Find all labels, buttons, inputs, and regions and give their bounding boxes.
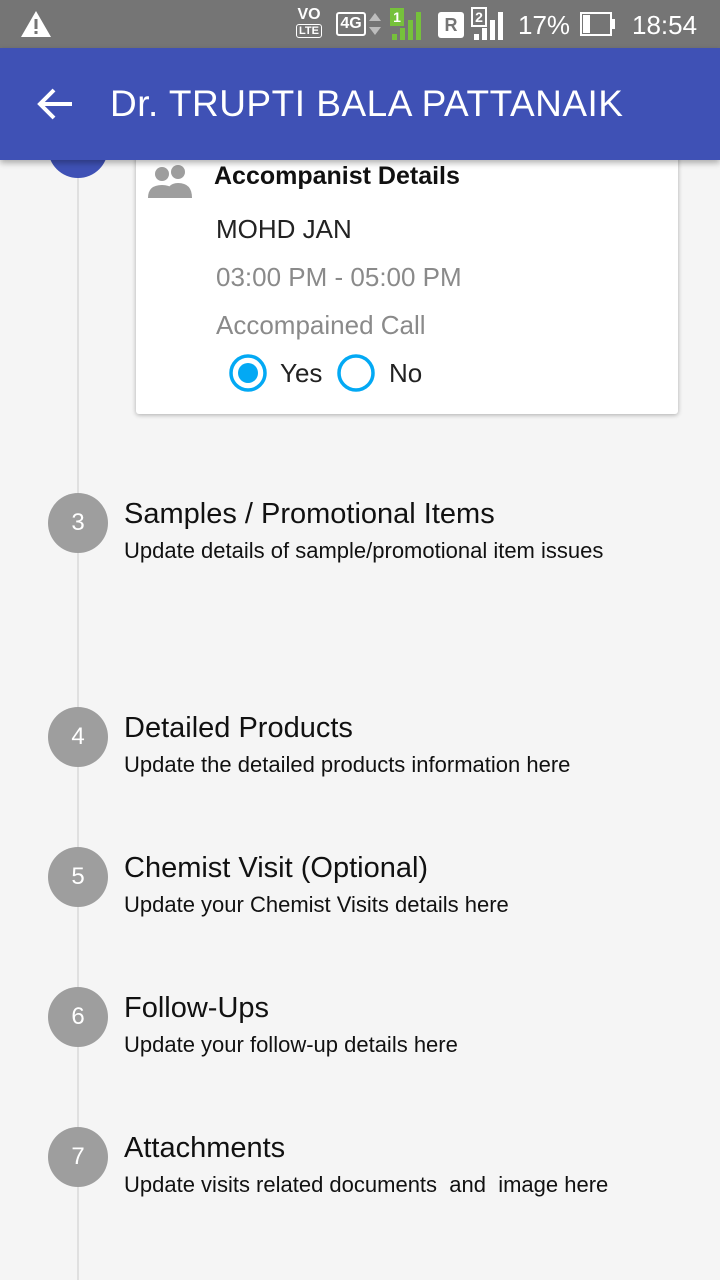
step-subtitle-samples: Update details of sample/promotional ite… <box>124 538 604 563</box>
step-subtitle-follow-ups: Update your follow-up details here <box>124 1032 458 1057</box>
accompanist-name: MOHD JAN <box>216 214 352 244</box>
battery-percent: 17% <box>518 10 571 40</box>
accompanist-card: Accompanist Details MOHD JAN 03:00 PM - … <box>136 160 678 414</box>
people-icon <box>148 165 192 198</box>
volte-indicator: VO LTE <box>292 6 326 44</box>
warning-icon <box>21 11 51 37</box>
volte-bottom-text: LTE <box>296 24 322 38</box>
status-bar: VO LTE 4G 1 R 2 17% 18:54 <box>0 0 720 48</box>
accompanied-call-label: Accompained Call <box>216 310 426 340</box>
step-title-chemist-visit[interactable]: Chemist Visit (Optional) <box>124 850 428 886</box>
step-subtitle-attachments: Update visits related documents and imag… <box>124 1172 609 1197</box>
radio-no[interactable] <box>336 353 376 393</box>
step-title-follow-ups[interactable]: Follow-Ups <box>124 990 269 1026</box>
step-number-5[interactable]: 5 <box>48 847 108 907</box>
step-title-samples[interactable]: Samples / Promotional Items <box>124 496 495 532</box>
roaming-badge: R <box>438 12 464 38</box>
sim1-label: 1 <box>393 9 401 25</box>
radio-yes[interactable] <box>228 353 268 393</box>
sim2-signal-icon: 2 <box>471 7 503 40</box>
data-activity-icon <box>369 13 381 35</box>
network-type-badge: 4G <box>336 12 366 36</box>
step-number-4[interactable]: 4 <box>48 707 108 767</box>
radio-yes-label[interactable]: Yes <box>280 357 322 389</box>
stepper-content[interactable]: Accompanist Details MOHD JAN 03:00 PM - … <box>0 160 720 1280</box>
step-number-6[interactable]: 6 <box>48 987 108 1047</box>
step-title-detailed-products[interactable]: Detailed Products <box>124 710 353 746</box>
step-title-attachments[interactable]: Attachments <box>124 1130 285 1166</box>
sim2-label: 2 <box>475 9 483 25</box>
clock: 18:54 <box>632 10 698 40</box>
back-arrow-icon[interactable] <box>30 78 82 130</box>
card-title: Accompanist Details <box>214 162 460 190</box>
step-subtitle-chemist-visit: Update your Chemist Visits details here <box>124 892 509 917</box>
battery-icon <box>580 12 615 36</box>
app-bar: Dr. TRUPTI BALA PATTANAIK <box>0 48 720 160</box>
volte-top-text: VO <box>297 6 321 23</box>
step-subtitle-detailed-products: Update the detailed products information… <box>124 752 571 777</box>
radio-no-label[interactable]: No <box>389 357 422 389</box>
accompanist-time-range: 03:00 PM - 05:00 PM <box>216 262 462 292</box>
page-title: Dr. TRUPTI BALA PATTANAIK <box>110 83 624 124</box>
step-number-7[interactable]: 7 <box>48 1127 108 1187</box>
sim1-signal-icon: 1 <box>390 8 421 40</box>
step-circle-active <box>48 160 108 178</box>
step-number-3[interactable]: 3 <box>48 493 108 553</box>
